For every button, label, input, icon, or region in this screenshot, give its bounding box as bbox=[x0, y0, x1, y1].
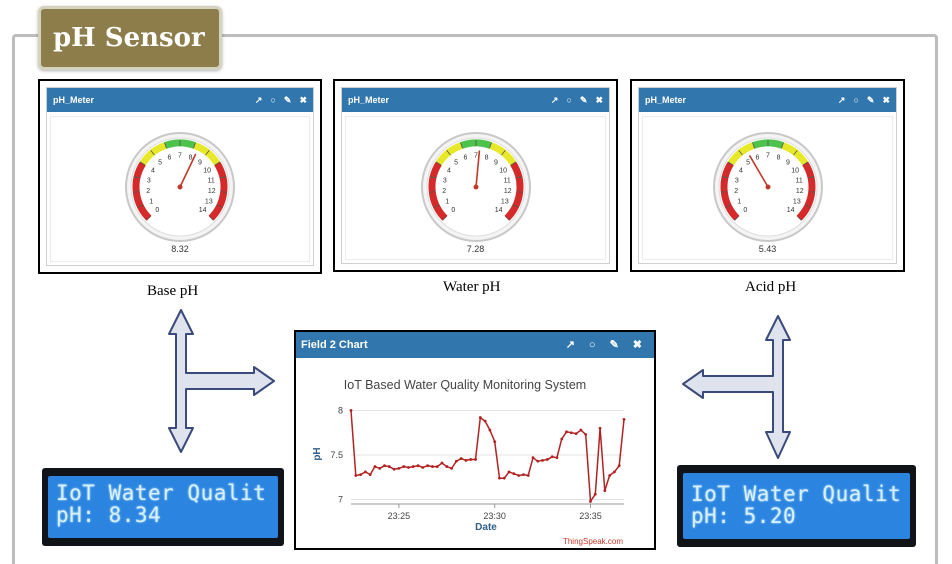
x-axis-label: Date bbox=[475, 522, 497, 533]
data-point bbox=[613, 470, 616, 474]
data-point bbox=[397, 466, 401, 470]
x-tick-label: 23:25 bbox=[388, 511, 411, 521]
data-point bbox=[555, 456, 559, 460]
data-point bbox=[373, 465, 377, 468]
data-point bbox=[354, 474, 358, 477]
data-point bbox=[512, 472, 516, 476]
chart-credit: ThingSpeak.com bbox=[563, 537, 623, 546]
chart-title: IoT Based Water Quality Monitoring Syste… bbox=[344, 378, 586, 392]
data-point bbox=[469, 458, 473, 461]
lcd-screen: IoT Water Qualit pH: 5.20 bbox=[683, 473, 910, 539]
lcd-line-2: pH: 5.20 bbox=[691, 504, 797, 528]
chart-header: Field 2 Chart ↗ ○ ✎ ✖ bbox=[296, 332, 654, 358]
data-point bbox=[459, 457, 463, 460]
data-point bbox=[383, 464, 386, 468]
data-point bbox=[359, 473, 362, 476]
x-tick-label: 23:35 bbox=[579, 511, 602, 521]
data-point bbox=[493, 440, 497, 444]
data-point bbox=[416, 464, 420, 468]
data-point bbox=[368, 473, 372, 476]
data-point bbox=[454, 459, 458, 463]
data-point bbox=[488, 428, 492, 432]
data-point bbox=[507, 470, 511, 474]
data-point bbox=[517, 474, 521, 477]
data-point bbox=[536, 459, 540, 463]
lcd-screen: IoT Water Qualit pH: 8.34 bbox=[48, 476, 278, 538]
chart-header-title: Field 2 Chart bbox=[301, 339, 368, 351]
data-point bbox=[421, 466, 425, 469]
data-point bbox=[378, 466, 382, 470]
data-point bbox=[550, 455, 554, 459]
lcd-line-1: IoT Water Qualit bbox=[56, 481, 267, 505]
lcd-line-2: pH: 8.34 bbox=[56, 503, 162, 527]
data-point bbox=[363, 470, 367, 474]
comment-icon[interactable]: ○ bbox=[589, 339, 596, 351]
data-point bbox=[402, 465, 406, 468]
data-point bbox=[474, 458, 477, 461]
y-tick-label: 7.5 bbox=[330, 450, 343, 460]
t-arrow-left bbox=[168, 309, 275, 453]
data-point bbox=[622, 417, 626, 421]
data-point bbox=[522, 473, 525, 476]
t-arrow-right bbox=[682, 315, 791, 459]
y-axis-label: pH bbox=[312, 447, 323, 460]
y-tick-label: 7 bbox=[338, 495, 343, 505]
lcd-line-1: IoT Water Qualit bbox=[691, 482, 902, 506]
x-tick-label: 23:30 bbox=[483, 511, 506, 521]
data-point bbox=[483, 419, 487, 423]
data-point bbox=[593, 492, 597, 496]
ph-line-chart: IoT Based Water Quality Monitoring Syste… bbox=[312, 378, 626, 546]
data-point bbox=[407, 466, 410, 469]
data-point bbox=[617, 464, 621, 468]
data-point bbox=[560, 437, 564, 441]
data-point bbox=[478, 416, 482, 419]
data-point bbox=[349, 409, 353, 412]
series-line bbox=[350, 410, 625, 504]
data-point bbox=[541, 458, 544, 462]
data-point bbox=[603, 489, 607, 493]
data-point bbox=[431, 465, 434, 468]
data-point bbox=[579, 428, 583, 432]
data-point bbox=[411, 465, 415, 468]
data-point bbox=[584, 433, 588, 436]
data-point bbox=[565, 430, 568, 434]
data-point bbox=[392, 467, 396, 471]
data-point bbox=[498, 476, 501, 480]
data-point bbox=[598, 426, 602, 430]
data-point bbox=[435, 465, 439, 468]
data-point bbox=[608, 474, 612, 477]
close-icon[interactable]: ✖ bbox=[633, 339, 642, 351]
data-point bbox=[545, 458, 549, 461]
data-point bbox=[574, 432, 578, 436]
data-point bbox=[445, 465, 449, 468]
data-point bbox=[589, 499, 592, 503]
data-point bbox=[440, 461, 444, 465]
data-point bbox=[387, 465, 391, 468]
edit-pencil-icon[interactable]: ✎ bbox=[610, 339, 619, 351]
data-point bbox=[569, 431, 573, 435]
data-point bbox=[526, 474, 530, 477]
data-point bbox=[531, 456, 535, 460]
external-link-icon[interactable]: ↗ bbox=[566, 339, 575, 351]
lcd-display-base: IoT Water Qualit pH: 8.34 bbox=[42, 468, 284, 546]
data-point bbox=[450, 466, 453, 470]
data-point bbox=[426, 464, 430, 468]
data-point bbox=[464, 458, 468, 462]
data-point bbox=[502, 476, 506, 480]
lcd-display-acid: IoT Water Qualit pH: 5.20 bbox=[677, 465, 916, 547]
y-tick-label: 8 bbox=[338, 405, 343, 415]
field-2-chart-widget: Field 2 Chart ↗ ○ ✎ ✖ IoT Based Water Qu… bbox=[294, 330, 656, 550]
